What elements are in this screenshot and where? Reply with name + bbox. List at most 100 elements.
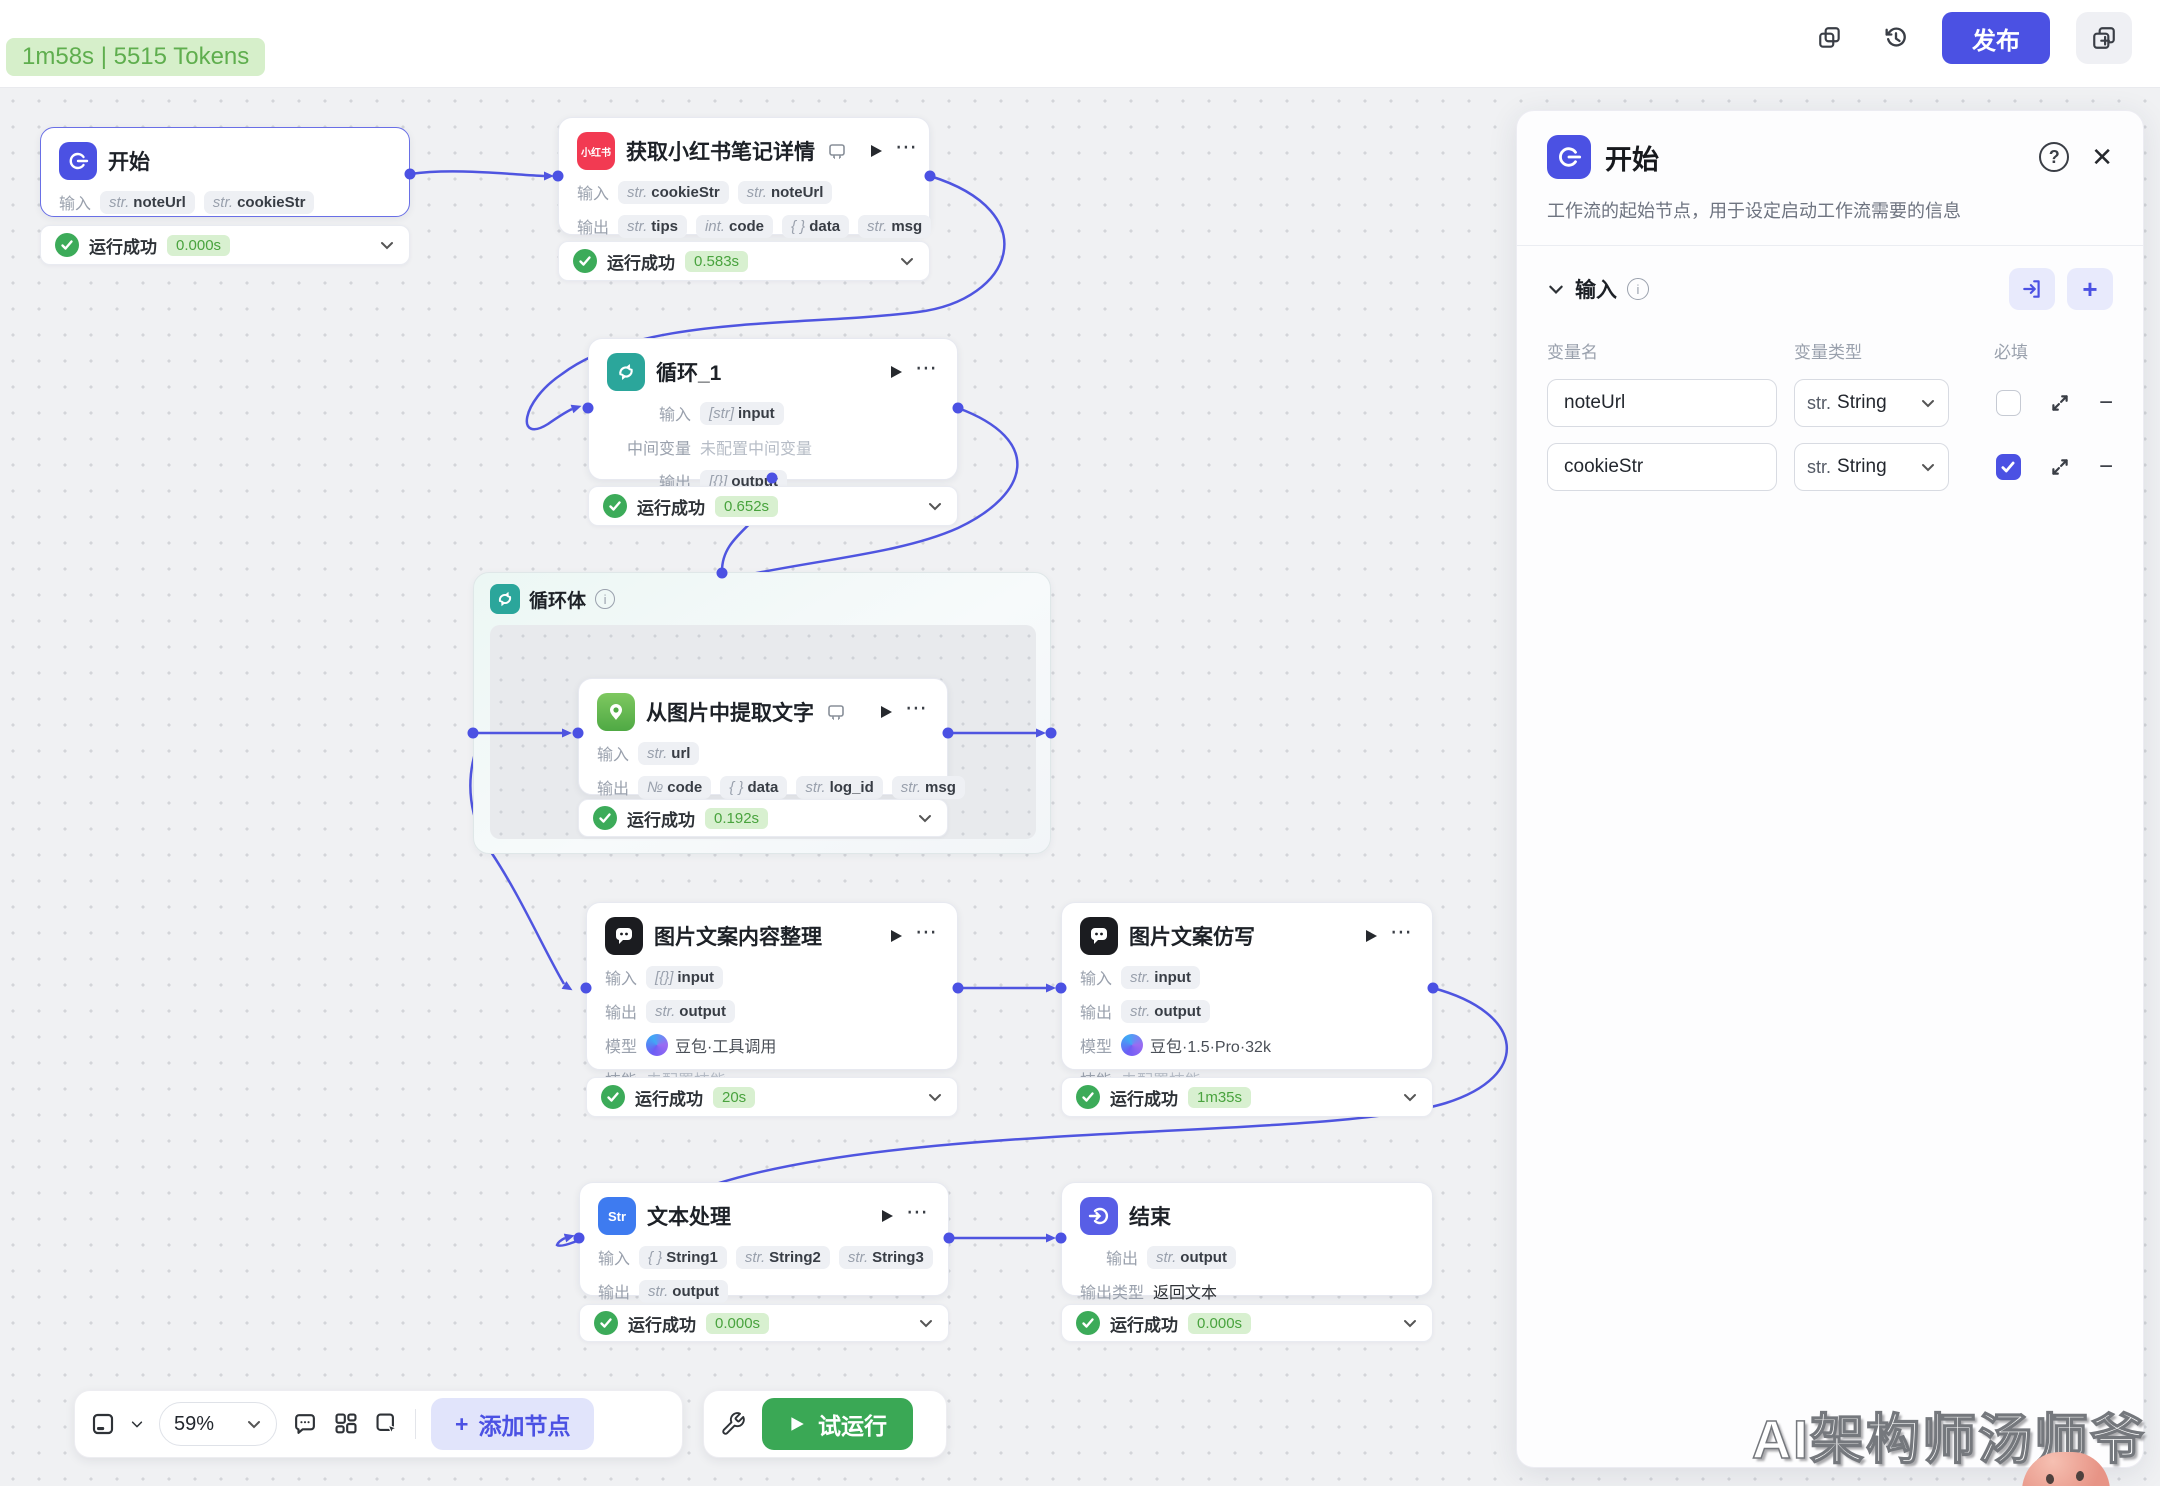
run-status-bar[interactable]: 运行成功 0.192s <box>578 799 948 837</box>
select-mode-icon[interactable] <box>374 1411 400 1437</box>
auto-layout-icon[interactable] <box>333 1411 359 1437</box>
test-run-button[interactable]: 试运行 <box>762 1398 913 1450</box>
chevron-down-icon[interactable] <box>1402 1315 1418 1331</box>
chevron-down-icon[interactable] <box>1402 1089 1418 1105</box>
chevron-down-icon <box>246 1416 262 1432</box>
node-extract-text[interactable]: 从图片中提取文字 ⋯ 输入 str.url 输出 №code { }data s… <box>578 678 948 795</box>
open-panel-icon[interactable] <box>2076 12 2132 64</box>
param-badge: str.output <box>1147 1246 1236 1269</box>
add-node-button[interactable]: +添加节点 <box>431 1398 594 1450</box>
success-icon <box>593 806 617 830</box>
row-label: 输入 <box>598 1245 630 1269</box>
param-badge: str.cookieStr <box>204 191 315 214</box>
expand-icon[interactable] <box>2049 456 2071 478</box>
node-llm-organize[interactable]: 图片文案内容整理 ⋯ 输入 [{}]input 输出 str.output 模型… <box>586 902 958 1070</box>
panel-description: 工作流的起始节点，用于设定启动工作流需要的信息 <box>1517 179 2143 223</box>
more-button[interactable]: ⋯ <box>915 921 939 951</box>
duration-badge: 0.000s <box>1188 1313 1251 1334</box>
chevron-down-icon[interactable] <box>918 1315 934 1331</box>
node-start[interactable]: 开始 输入 str.noteUrl str.cookieStr <box>40 127 410 217</box>
param-badge: str.url <box>638 742 699 765</box>
run-status-bar[interactable]: 运行成功 0.000s <box>40 225 410 265</box>
zoom-select[interactable]: 59% <box>159 1402 277 1446</box>
minimap-icon[interactable] <box>91 1412 115 1436</box>
required-checkbox[interactable] <box>1996 390 2021 416</box>
node-title: 图片文案仿写 <box>1129 921 1255 951</box>
variable-type-select[interactable]: str.String <box>1794 443 1949 491</box>
row-label: 输入 <box>59 190 91 214</box>
minimap-chevron-icon[interactable] <box>130 1417 144 1431</box>
run-status-bar[interactable]: 运行成功 0.652s <box>588 486 958 526</box>
row-label: 中间变量 <box>607 435 691 459</box>
variable-name-input[interactable] <box>1547 379 1777 427</box>
run-node-button[interactable] <box>1363 928 1379 944</box>
run-status-bar[interactable]: 运行成功 20s <box>586 1077 958 1117</box>
node-text-process[interactable]: Str 文本处理 ⋯ 输入 { }String1 str.String2 str… <box>579 1182 949 1296</box>
run-status-bar[interactable]: 运行成功 0.000s <box>579 1304 949 1342</box>
node-loop[interactable]: 循环_1 ⋯ 输入 [str]input 中间变量 未配置中间变量 输出 [{}… <box>588 338 958 480</box>
run-status-bar[interactable]: 运行成功 0.583s <box>558 241 930 281</box>
param-badge: { }data <box>782 215 849 238</box>
row-label: 输出 <box>605 999 637 1023</box>
info-icon: i <box>595 589 615 609</box>
copy-icon[interactable] <box>1810 18 1850 58</box>
node-xhs-detail[interactable]: 小红书 获取小红书笔记详情 ⋯ 输入 str.cookieStr str.not… <box>558 117 930 235</box>
node-end[interactable]: 结束 输出 str.output 输出类型 返回文本 <box>1061 1182 1433 1296</box>
node-llm-imitate[interactable]: 图片文案仿写 ⋯ 输入 str.input 输出 str.output 模型 豆… <box>1061 902 1433 1070</box>
param-badge: str.noteUrl <box>100 191 195 214</box>
status-text: 运行成功 <box>89 233 157 258</box>
model-value: 豆包·1.5·Pro·32k <box>1121 1033 1271 1057</box>
info-icon: i <box>1627 278 1649 300</box>
chevron-down-icon[interactable] <box>927 1089 943 1105</box>
run-node-button[interactable] <box>888 928 904 944</box>
param-badge: str.tips <box>618 215 687 238</box>
chevron-down-icon[interactable] <box>927 498 943 514</box>
run-node-button[interactable] <box>868 143 884 159</box>
more-button[interactable]: ⋯ <box>905 697 929 727</box>
remove-variable-icon[interactable]: − <box>2099 455 2113 479</box>
zoom-level: 59% <box>174 1413 214 1436</box>
variable-type-select[interactable]: str.String <box>1794 379 1949 427</box>
status-text: 运行成功 <box>628 1311 696 1336</box>
param-badge: str.cookieStr <box>618 181 729 204</box>
run-node-button[interactable] <box>879 1208 895 1224</box>
add-variable-button[interactable]: + <box>2067 268 2113 310</box>
row-label: 输出 <box>598 1279 630 1303</box>
history-icon[interactable] <box>1876 18 1916 58</box>
more-button[interactable]: ⋯ <box>915 357 939 387</box>
import-variables-button[interactable] <box>2009 268 2055 310</box>
more-button[interactable]: ⋯ <box>1390 921 1414 951</box>
divider <box>415 1409 416 1439</box>
param-badge: str.noteUrl <box>738 181 833 204</box>
remove-variable-icon[interactable]: − <box>2099 391 2113 415</box>
row-label: 输入 <box>605 965 637 989</box>
run-status-bar[interactable]: 运行成功 1m35s <box>1061 1077 1433 1117</box>
row-label: 输出 <box>1080 999 1112 1023</box>
wrench-icon[interactable] <box>720 1411 746 1437</box>
more-button[interactable]: ⋯ <box>906 1201 930 1231</box>
collapse-chevron-icon[interactable] <box>1547 280 1565 298</box>
loop-body-title: 循环体 <box>529 586 586 613</box>
row-label: 输入 <box>597 741 629 765</box>
expand-icon[interactable] <box>2049 392 2071 414</box>
more-button[interactable]: ⋯ <box>895 136 919 166</box>
variable-row: str.String − <box>1517 427 2143 491</box>
run-toolbar: 试运行 <box>703 1390 947 1458</box>
run-status-bar[interactable]: 运行成功 0.000s <box>1061 1304 1433 1342</box>
status-text: 运行成功 <box>607 249 675 274</box>
required-checkbox[interactable] <box>1996 454 2021 480</box>
duration-badge: 0.583s <box>685 251 748 272</box>
chevron-down-icon[interactable] <box>917 810 933 826</box>
doubao-icon <box>646 1034 668 1056</box>
success-icon <box>601 1085 625 1109</box>
variable-name-input[interactable] <box>1547 443 1777 491</box>
close-icon[interactable]: ✕ <box>2091 142 2113 173</box>
help-icon[interactable]: ? <box>2039 142 2069 172</box>
run-node-button[interactable] <box>888 364 904 380</box>
publish-button[interactable]: 发布 <box>1942 12 2050 64</box>
run-node-button[interactable] <box>878 704 894 720</box>
chevron-down-icon[interactable] <box>899 253 915 269</box>
chevron-down-icon[interactable] <box>379 237 395 253</box>
comment-icon[interactable] <box>292 1411 318 1437</box>
duration-badge: 0.000s <box>706 1313 769 1334</box>
